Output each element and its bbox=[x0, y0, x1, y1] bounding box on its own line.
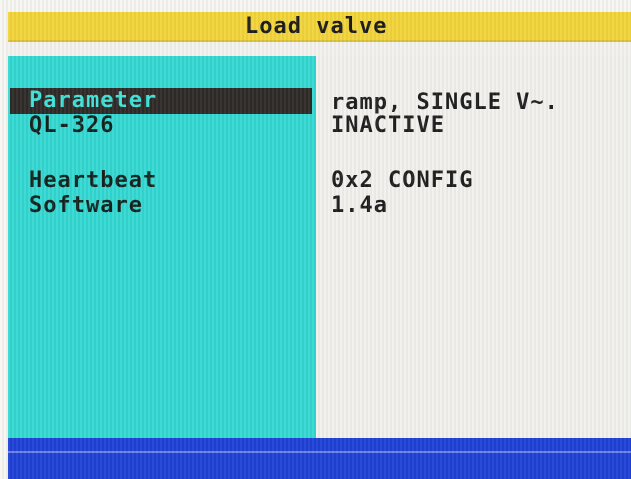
row-label-ql-326[interactable]: QL-326 bbox=[29, 114, 114, 138]
row-value-ql-326: INACTIVE bbox=[331, 113, 445, 138]
row-value-software: 1.4a bbox=[331, 193, 388, 218]
row-label-parameter[interactable]: Parameter bbox=[29, 89, 157, 113]
device-screen: Load valve Parameter ramp, SINGLE V~. QL… bbox=[0, 0, 631, 479]
row-value-parameter: ramp, SINGLE V~. bbox=[331, 90, 559, 115]
title-bar: Load valve bbox=[8, 12, 631, 42]
status-bar-divider bbox=[8, 451, 631, 453]
header-spacer bbox=[8, 42, 631, 56]
status-bar bbox=[8, 438, 631, 479]
row-value-heartbeat: 0x2 CONFIG bbox=[331, 168, 474, 193]
screen-title: Load valve bbox=[245, 14, 388, 39]
row-label-heartbeat[interactable]: Heartbeat bbox=[29, 169, 157, 193]
row-label-software[interactable]: Software bbox=[29, 194, 143, 218]
